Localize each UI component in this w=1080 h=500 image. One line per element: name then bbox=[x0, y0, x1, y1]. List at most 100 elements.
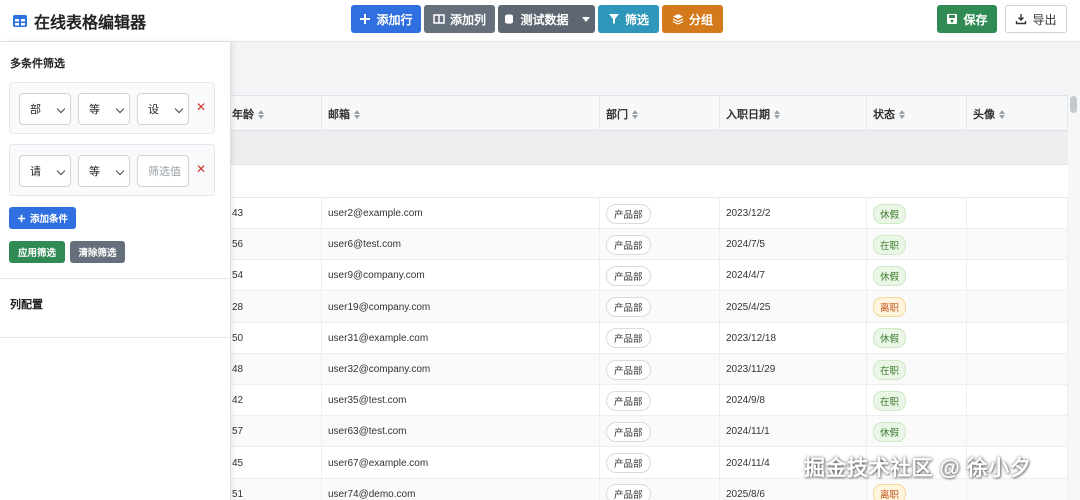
column-header-department[interactable]: 部门 bbox=[600, 96, 720, 132]
cell-email[interactable]: user32@company.com bbox=[322, 354, 600, 385]
cell-age[interactable]: 42 bbox=[226, 385, 322, 417]
cell-date[interactable]: 2024/4/7 bbox=[720, 260, 867, 292]
cell-age[interactable]: 56 bbox=[226, 229, 322, 261]
date-value: 2024/11/4 bbox=[726, 457, 770, 469]
cell-status[interactable]: 在职 bbox=[867, 354, 967, 385]
remove-condition-icon[interactable]: ✕ bbox=[196, 100, 206, 114]
cell-email[interactable]: user6@test.com bbox=[322, 229, 600, 261]
filter-value-placeholder: 筛选值 bbox=[148, 166, 181, 178]
clear-filter-button[interactable]: 清除筛选 bbox=[70, 241, 125, 263]
value-select[interactable]: 设 bbox=[137, 93, 189, 125]
group-button[interactable]: 分组 bbox=[662, 5, 723, 33]
column-config-title: 列配置 bbox=[10, 299, 43, 311]
cell-status[interactable]: 在职 bbox=[867, 229, 967, 261]
cell-dept[interactable]: 产品部 bbox=[600, 354, 720, 385]
divider bbox=[0, 337, 231, 338]
age-value: 28 bbox=[232, 301, 244, 313]
cell-email[interactable]: user9@company.com bbox=[322, 260, 600, 292]
cell-status[interactable]: 休假 bbox=[867, 416, 967, 448]
add-row-label: 添加行 bbox=[376, 12, 413, 27]
sort-icon[interactable] bbox=[999, 109, 1006, 119]
cell-email[interactable]: user74@demo.com bbox=[322, 478, 600, 500]
cell-age[interactable]: 45 bbox=[226, 447, 322, 479]
cell-email[interactable]: user2@example.com bbox=[322, 198, 600, 229]
sort-icon[interactable] bbox=[632, 109, 639, 119]
cell-email[interactable]: user63@test.com bbox=[322, 416, 600, 448]
cell-dept[interactable]: 产品部 bbox=[600, 447, 720, 479]
cell-avatar[interactable] bbox=[967, 416, 1068, 448]
cell-dept[interactable]: 产品部 bbox=[600, 385, 720, 417]
status-badge: 休假 bbox=[873, 265, 907, 286]
cell-date[interactable]: 2024/9/8 bbox=[720, 385, 867, 417]
column-header-avatar[interactable]: 头像 bbox=[967, 96, 1068, 132]
cell-age[interactable]: 43 bbox=[226, 198, 322, 229]
cell-email[interactable]: user35@test.com bbox=[322, 385, 600, 417]
cell-date[interactable]: 2024/11/1 bbox=[720, 416, 867, 448]
department-tag: 产品部 bbox=[606, 453, 651, 474]
column-header-email[interactable]: 邮箱 bbox=[322, 96, 600, 132]
add-column-button[interactable]: 添加列 bbox=[424, 5, 495, 33]
department-tag: 产品部 bbox=[606, 234, 651, 255]
cell-avatar[interactable] bbox=[967, 354, 1068, 385]
operator-select[interactable]: 等 bbox=[78, 93, 130, 125]
date-value: 2023/11/29 bbox=[726, 364, 776, 375]
sort-icon[interactable] bbox=[899, 109, 906, 119]
cell-status[interactable]: 离职 bbox=[867, 291, 967, 323]
cell-avatar[interactable] bbox=[967, 198, 1068, 229]
add-row-button[interactable]: 添加行 bbox=[351, 5, 421, 33]
column-header-age[interactable]: 年龄 bbox=[226, 96, 322, 132]
cell-dept[interactable]: 产品部 bbox=[600, 291, 720, 323]
column-header-join-date[interactable]: 入职日期 bbox=[720, 96, 867, 132]
cell-age[interactable]: 50 bbox=[226, 322, 322, 354]
cell-avatar[interactable] bbox=[967, 229, 1068, 261]
cell-status[interactable]: 休假 bbox=[867, 260, 967, 292]
sort-icon[interactable] bbox=[354, 109, 361, 119]
cell-status[interactable]: 休假 bbox=[867, 322, 967, 354]
export-button[interactable]: 导出 bbox=[1005, 5, 1067, 33]
cell-avatar[interactable] bbox=[967, 291, 1068, 323]
field-select[interactable]: 部 bbox=[19, 93, 71, 125]
test-data-dropdown[interactable]: 测试数据 bbox=[498, 5, 595, 33]
cell-date[interactable]: 2023/11/29 bbox=[720, 354, 867, 385]
sort-icon[interactable] bbox=[258, 109, 265, 119]
cell-email[interactable]: user31@example.com bbox=[322, 322, 600, 354]
cell-dept[interactable]: 产品部 bbox=[600, 198, 720, 229]
cell-avatar[interactable] bbox=[967, 385, 1068, 417]
cell-email[interactable]: user67@example.com bbox=[322, 447, 600, 479]
cell-avatar[interactable] bbox=[967, 260, 1068, 292]
filter-button[interactable]: 筛选 bbox=[598, 5, 659, 33]
add-condition-button[interactable]: 添加条件 bbox=[9, 207, 76, 229]
cell-dept[interactable]: 产品部 bbox=[600, 416, 720, 448]
department-tag: 产品部 bbox=[606, 484, 651, 500]
cell-status[interactable]: 在职 bbox=[867, 385, 967, 417]
column-header-status[interactable]: 状态 bbox=[867, 96, 967, 132]
cell-date[interactable]: 2023/12/18 bbox=[720, 322, 867, 354]
vertical-scrollbar[interactable] bbox=[1068, 95, 1080, 500]
apply-filter-label: 应用筛选 bbox=[17, 248, 56, 259]
save-button[interactable]: 保存 bbox=[937, 5, 997, 33]
cell-age[interactable]: 28 bbox=[226, 291, 322, 323]
cell-dept[interactable]: 产品部 bbox=[600, 478, 720, 500]
sort-icon[interactable] bbox=[774, 109, 781, 119]
column-header-label: 状态 bbox=[873, 109, 895, 121]
cell-email[interactable]: user19@company.com bbox=[322, 291, 600, 323]
cell-age[interactable]: 48 bbox=[226, 354, 322, 385]
cell-age[interactable]: 57 bbox=[226, 416, 322, 448]
cell-age[interactable]: 54 bbox=[226, 260, 322, 292]
cell-dept[interactable]: 产品部 bbox=[600, 229, 720, 261]
operator-select[interactable]: 等 bbox=[78, 155, 130, 187]
cell-date[interactable]: 2023/12/2 bbox=[720, 198, 867, 229]
field-select[interactable]: 请 bbox=[19, 155, 71, 187]
apply-filter-button[interactable]: 应用筛选 bbox=[9, 241, 65, 263]
remove-condition-icon[interactable]: ✕ bbox=[196, 162, 206, 176]
cell-age[interactable]: 51 bbox=[226, 478, 322, 500]
cell-date[interactable]: 2025/4/25 bbox=[720, 291, 867, 323]
cell-dept[interactable]: 产品部 bbox=[600, 260, 720, 292]
export-label: 导出 bbox=[1032, 12, 1057, 27]
cell-avatar[interactable] bbox=[967, 322, 1068, 354]
cell-dept[interactable]: 产品部 bbox=[600, 322, 720, 354]
filter-value-input[interactable]: 筛选值 bbox=[137, 155, 189, 187]
cell-status[interactable]: 休假 bbox=[867, 198, 967, 229]
cell-date[interactable]: 2024/7/5 bbox=[720, 229, 867, 261]
scrollbar-thumb[interactable] bbox=[1070, 96, 1077, 113]
